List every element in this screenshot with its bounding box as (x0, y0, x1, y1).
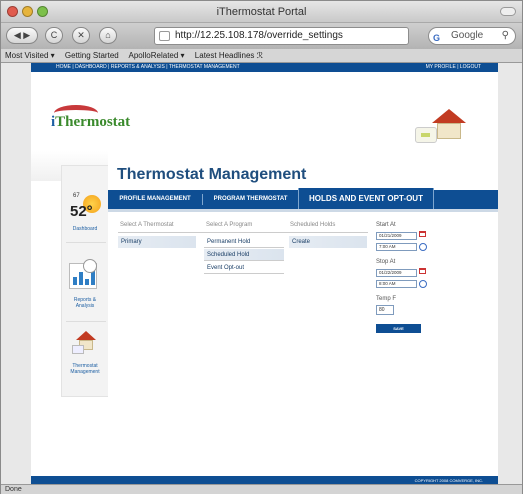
list-item-event-opt-out[interactable]: Event Opt-out (204, 262, 284, 274)
window-title: iThermostat Portal (216, 6, 307, 18)
sidebar-item-dashboard[interactable]: Dashboard (65, 226, 105, 232)
thermostat-house-icon[interactable] (76, 331, 96, 340)
house-icon (432, 109, 466, 139)
sidebar-divider (66, 242, 106, 243)
list-item-thermostat-primary[interactable]: Primary (118, 236, 196, 248)
tab-profile-management[interactable]: PROFILE MANAGEMENT (108, 190, 202, 209)
start-date-input[interactable]: 01/21/2009 (376, 232, 417, 240)
temp-label: Temp F (376, 296, 397, 302)
reload-button[interactable]: C (45, 27, 63, 44)
clock-icon[interactable] (419, 243, 427, 251)
top-navigation: HOME | DASHBOARD | REPORTS & ANALYSIS | … (31, 63, 498, 72)
start-time-input[interactable]: 7:00 AM (376, 243, 417, 251)
stop-date-input[interactable]: 01/22/2009 (376, 269, 417, 277)
weather-temperature: 52° (70, 203, 93, 220)
list-item-permanent-hold[interactable]: Permanent Hold (204, 236, 284, 248)
calendar-icon[interactable] (419, 231, 426, 237)
gauge-icon (83, 259, 97, 273)
start-at-label: Start At (376, 222, 396, 228)
stop-at-label: Stop At (376, 259, 396, 265)
column-header-thermostat: Select A Thermostat (120, 222, 174, 228)
stop-time-input[interactable]: 8:00 AM (376, 280, 417, 288)
list-item-create-hold[interactable]: Create (289, 236, 367, 248)
save-button[interactable]: SAVE (376, 324, 421, 333)
logo-text: iThermostat (51, 114, 131, 130)
bookmark-getting-started[interactable]: Getting Started (65, 51, 119, 60)
column-header-holds: Scheduled Holds (290, 222, 336, 228)
page-title: Thermostat Management (117, 166, 307, 183)
tab-underline (108, 209, 498, 212)
calendar-icon[interactable] (419, 268, 426, 274)
list-item-scheduled-hold[interactable]: Scheduled Hold (204, 249, 284, 261)
thermostat-device-icon (415, 127, 437, 143)
reload-icon: C (50, 30, 58, 40)
clock-icon[interactable] (419, 280, 427, 288)
temp-input[interactable]: 80 (376, 305, 394, 315)
search-icon[interactable]: ⚲ (502, 28, 509, 44)
back-icon[interactable]: ◀ (14, 30, 21, 40)
bookmarks-bar: Most Visited ▾ Getting Started ApolloRel… (1, 49, 522, 63)
forward-icon[interactable]: ▶ (23, 30, 30, 40)
sidebar-item-thermostat-management[interactable]: Thermostat Management (65, 363, 105, 375)
search-placeholder: Google (451, 30, 484, 41)
back-forward-buttons[interactable]: ◀ ▶ (6, 27, 38, 44)
thermostat-screen-icon (72, 345, 84, 354)
bookmark-most-visited[interactable]: Most Visited ▾ (5, 51, 55, 60)
top-nav-account-links[interactable]: MY PROFILE | LOGOUT (426, 63, 481, 72)
tab-holds-and-event-opt-out[interactable]: HOLDS AND EVENT OPT-OUT (298, 188, 434, 209)
copyright-text: COPYRIGHT 2008 COMVERGE, INC. (414, 478, 483, 483)
tab-bar: PROFILE MANAGEMENT PROGRAM THERMOSTAT HO… (108, 188, 498, 209)
top-nav-links[interactable]: HOME | DASHBOARD | REPORTS & ANALYSIS | … (56, 63, 240, 72)
browser-toolbar: ◀ ▶ C ✕ ⌂ http://12.25.108.178/override_… (1, 23, 522, 49)
bookmark-latest-headlines[interactable]: Latest Headlines ℛ (195, 51, 263, 60)
url-bar[interactable]: http://12.25.108.178/override_settings ☆… (154, 27, 409, 45)
tab-program-thermostat[interactable]: PROGRAM THERMOSTAT (203, 190, 298, 209)
bookmark-apollo-related[interactable]: ApolloRelated ▾ (129, 51, 185, 60)
browser-window: iThermostat Portal ◀ ▶ C ✕ ⌂ http://12.2… (0, 0, 523, 494)
home-icon: ⌂ (105, 30, 111, 40)
sidebar-item-reports[interactable]: Reports & Analysis (65, 297, 105, 309)
search-field[interactable]: G Google ⚲ (428, 27, 516, 45)
title-bar: iThermostat Portal (1, 1, 522, 23)
column-header-program: Select A Program (206, 222, 253, 228)
home-button[interactable]: ⌂ (99, 27, 117, 44)
status-bar: Done (1, 484, 522, 494)
sidebar-divider (66, 321, 106, 322)
status-text: Done (5, 486, 22, 493)
google-icon[interactable]: G (433, 30, 440, 46)
stop-icon: ✕ (77, 30, 85, 40)
favicon-icon (159, 31, 170, 41)
stop-button[interactable]: ✕ (72, 27, 90, 44)
header-rule (118, 232, 368, 233)
weather-small-temp: 67 (73, 193, 80, 199)
url-text: http://12.25.108.178/override_settings (175, 30, 343, 41)
toolbar-toggle-button[interactable] (500, 7, 516, 16)
